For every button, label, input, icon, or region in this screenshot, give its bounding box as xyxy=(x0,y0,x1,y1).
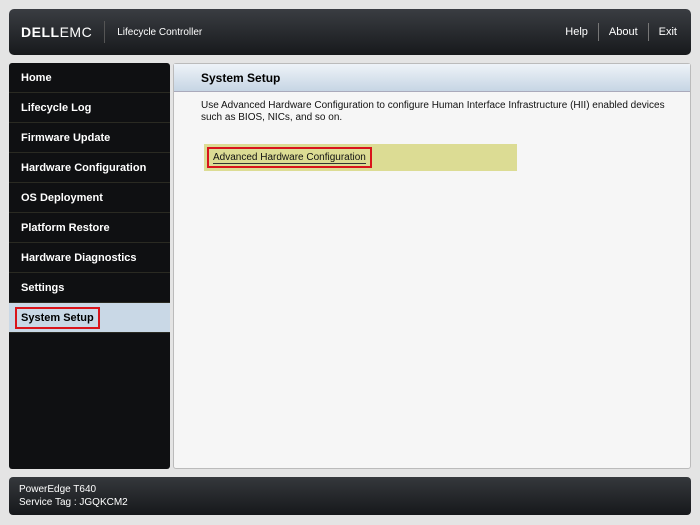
about-link[interactable]: About xyxy=(609,26,638,38)
dell-emc-logo: DELLEMC xyxy=(21,24,93,40)
advanced-hardware-configuration-link[interactable]: Advanced Hardware Configuration xyxy=(207,147,372,168)
header-divider xyxy=(104,21,106,43)
sidebar-item-hardware-configuration[interactable]: Hardware Configuration xyxy=(9,153,170,183)
link-label: Advanced Hardware Configuration xyxy=(213,152,366,164)
server-model: PowerEdge T640 xyxy=(19,484,97,495)
header: DELLEMC Lifecycle Controller Help About … xyxy=(9,9,691,55)
header-nav: Help About Exit xyxy=(565,23,677,41)
page-description: Use Advanced Hardware Configuration to c… xyxy=(201,100,665,123)
sidebar-item-label: System Setup xyxy=(15,307,100,329)
exit-link[interactable]: Exit xyxy=(659,26,677,38)
sidebar-item-lifecycle-log[interactable]: Lifecycle Log xyxy=(9,93,170,123)
help-link[interactable]: Help xyxy=(565,26,588,38)
sidebar-item-platform-restore[interactable]: Platform Restore xyxy=(9,213,170,243)
sidebar-item-home[interactable]: Home xyxy=(9,63,170,93)
sidebar-item-firmware-update[interactable]: Firmware Update xyxy=(9,123,170,153)
footer: PowerEdge T640 Service Tag : JGQKCM2 xyxy=(9,477,691,515)
sidebar: Home Lifecycle Log Firmware Update Hardw… xyxy=(9,63,170,469)
page-title: System Setup xyxy=(174,64,690,92)
sidebar-item-settings[interactable]: Settings xyxy=(9,273,170,303)
service-tag: Service Tag : JGQKCM2 xyxy=(19,497,128,508)
advanced-hardware-configuration-row: Advanced Hardware Configuration xyxy=(204,144,517,171)
nav-separator xyxy=(597,23,599,41)
sidebar-item-system-setup[interactable]: System Setup xyxy=(9,303,170,333)
app-title: Lifecycle Controller xyxy=(117,26,203,38)
nav-separator xyxy=(647,23,649,41)
sidebar-item-os-deployment[interactable]: OS Deployment xyxy=(9,183,170,213)
main-panel: System Setup Use Advanced Hardware Confi… xyxy=(173,63,691,469)
sidebar-item-hardware-diagnostics[interactable]: Hardware Diagnostics xyxy=(9,243,170,273)
